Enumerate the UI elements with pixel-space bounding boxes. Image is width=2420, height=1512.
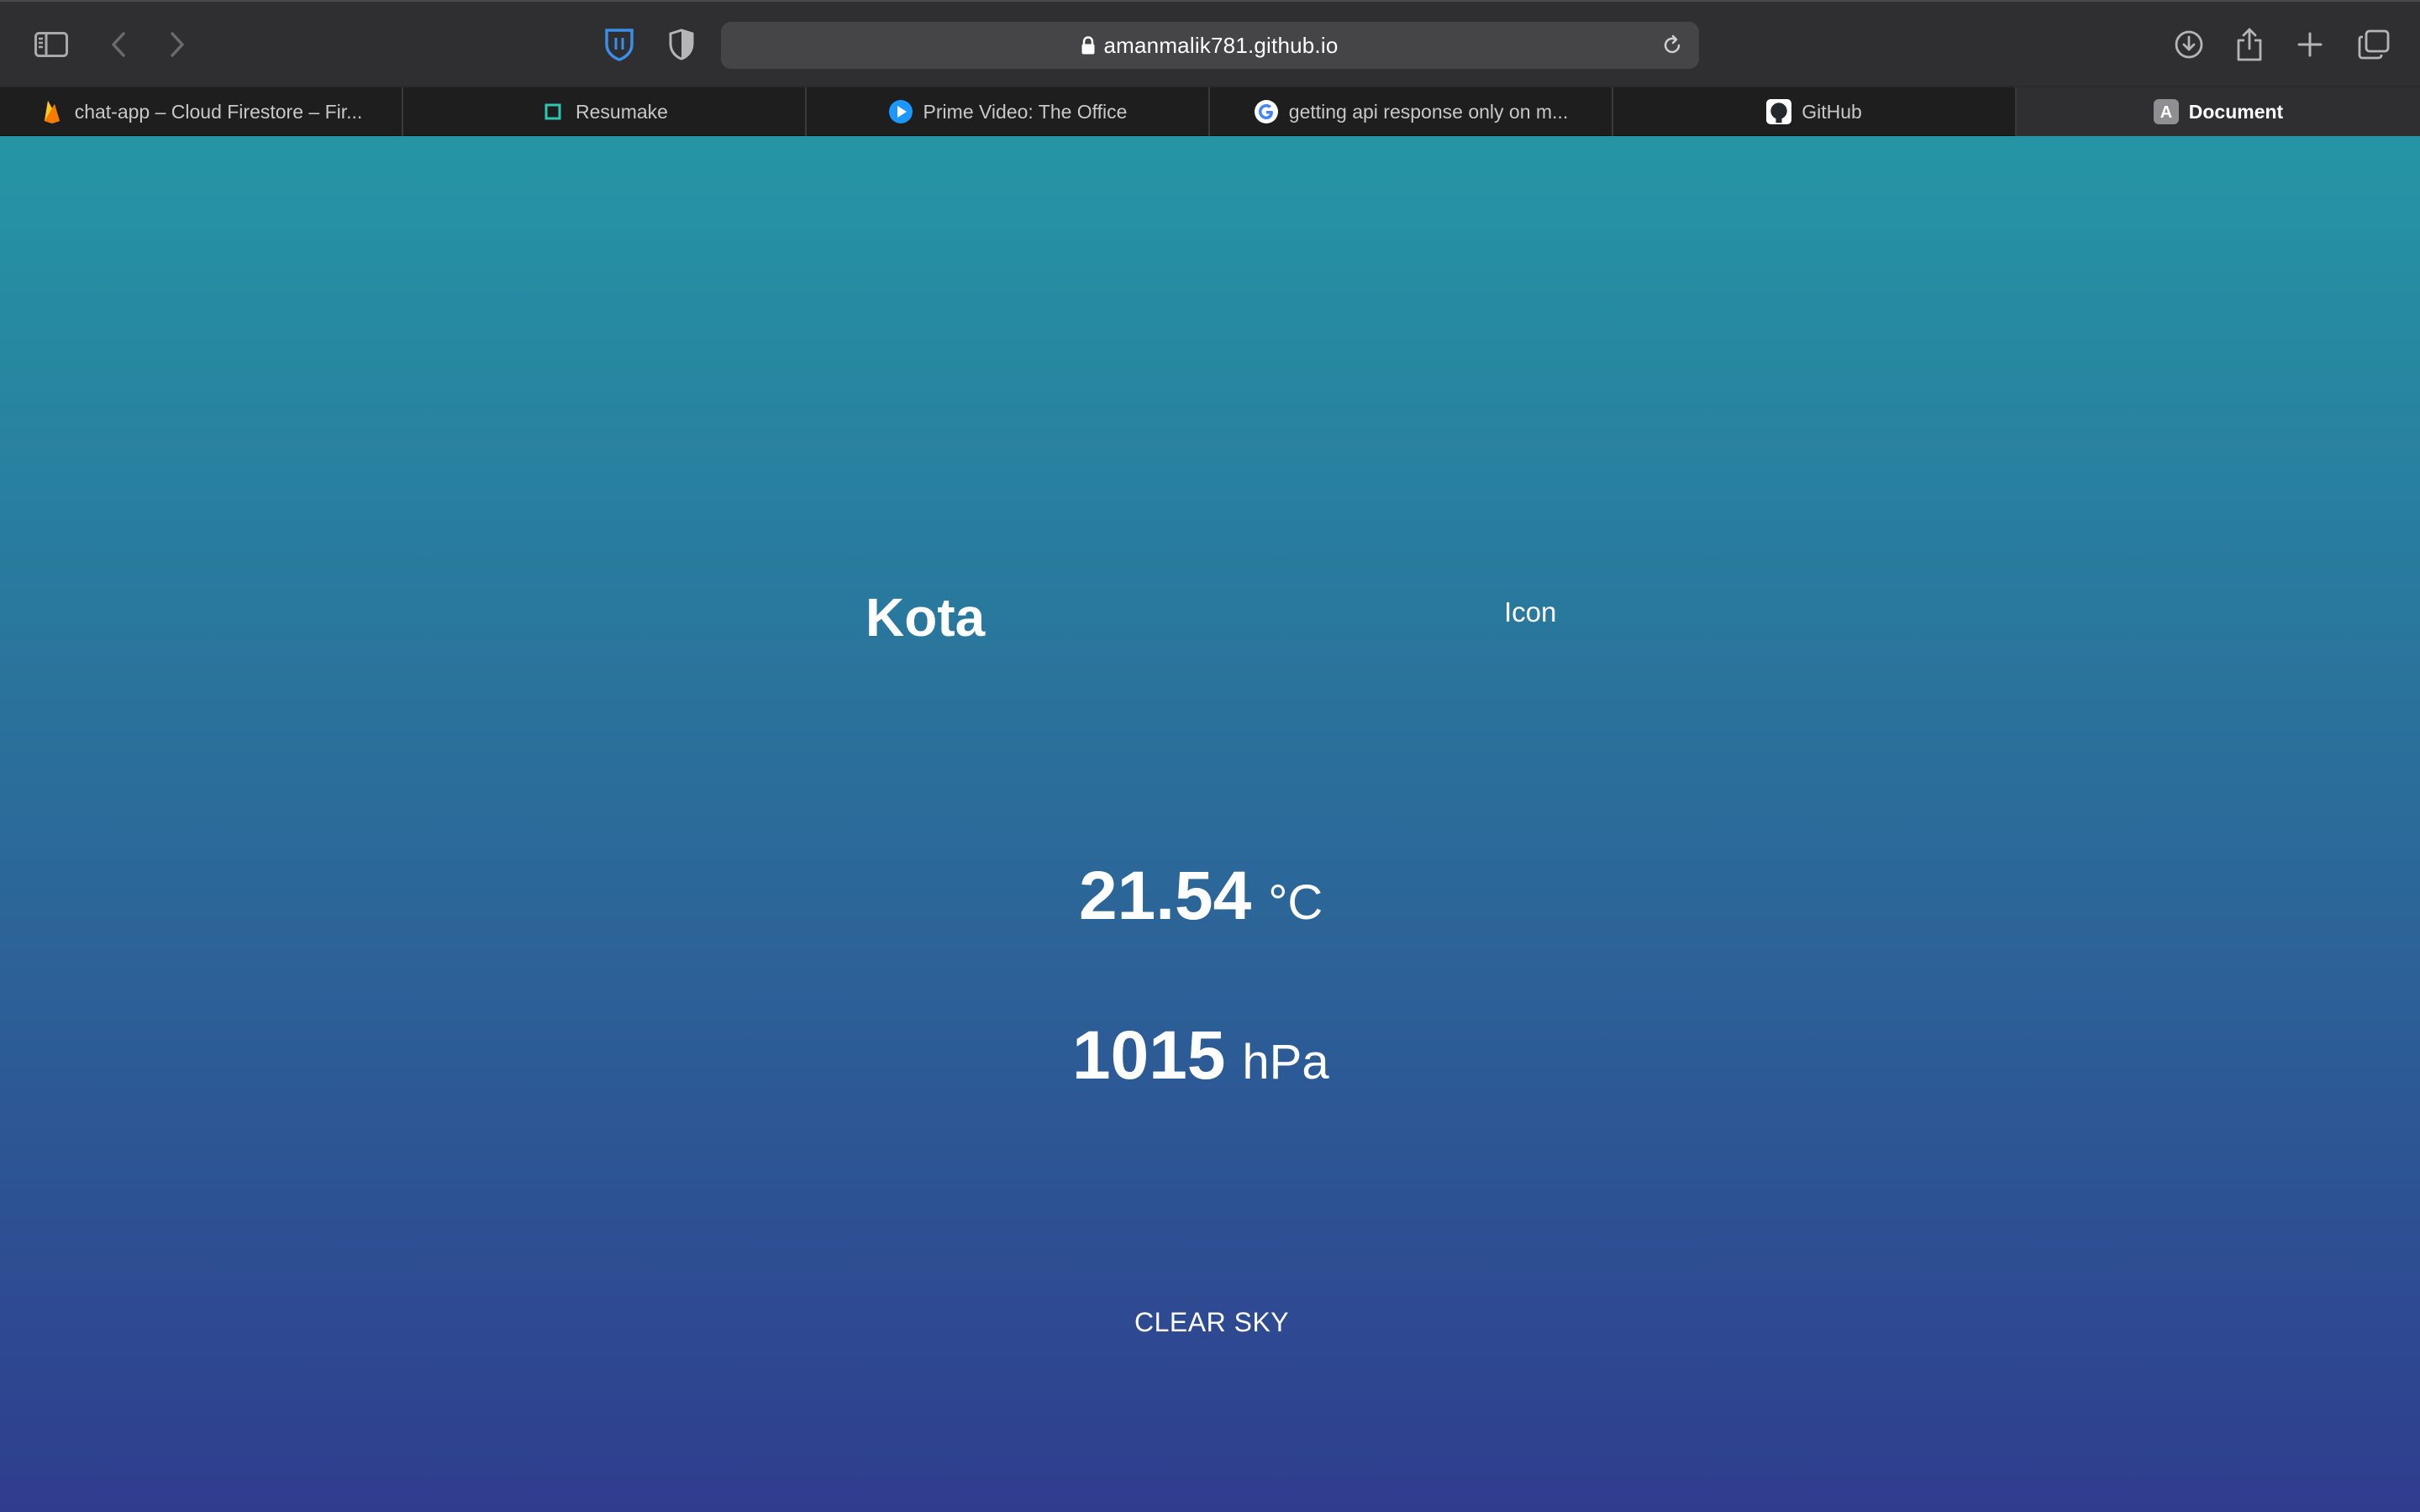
tab-document-active[interactable]: A Document (2017, 87, 2420, 136)
reload-icon[interactable] (1659, 32, 1686, 59)
weather-description: CLEAR SKY (1134, 1307, 1290, 1337)
tab-avatar-letter: A (2160, 103, 2172, 122)
github-icon (1766, 99, 1792, 124)
tab-label: getting api response only on m... (1288, 100, 1569, 123)
share-icon[interactable] (2228, 22, 2270, 67)
tab-firestore[interactable]: chat-app – Cloud Firestore – Fir... (0, 87, 403, 136)
tab-label: GitHub (1802, 100, 1862, 123)
temperature: 21.54 °C (1079, 857, 1323, 936)
pressure-value: 1015 (1072, 1017, 1226, 1094)
tab-label: Document (2188, 100, 2284, 123)
firebase-icon (39, 99, 65, 124)
temperature-value: 21.54 (1079, 858, 1252, 934)
tab-overview-icon[interactable] (2351, 24, 2396, 66)
temperature-unit: °C (1268, 875, 1323, 930)
tab-prime-video[interactable]: Prime Video: The Office (807, 87, 1210, 136)
new-tab-plus-icon[interactable] (2289, 24, 2331, 66)
city-name: Kota (865, 587, 986, 648)
bitwarden-shield-icon[interactable] (598, 24, 640, 66)
tab-resumake[interactable]: Resumake (403, 87, 807, 136)
tab-bar: chat-app – Cloud Firestore – Fir... Resu… (0, 87, 2420, 136)
tab-github[interactable]: GitHub (1613, 87, 2017, 136)
forward-arrow-icon[interactable] (158, 24, 197, 66)
weather-page: Kota Icon 21.54 °C 1015 hPa CLEAR SKY (0, 136, 2420, 1512)
pressure: 1015 hPa (1072, 1016, 1329, 1095)
google-icon (1254, 99, 1279, 124)
privacy-shield-icon[interactable] (660, 24, 702, 66)
url-text: amanmalik781.github.io (1103, 32, 1339, 58)
lock-icon (1081, 36, 1095, 55)
sidebar-toggle-icon[interactable] (30, 24, 72, 66)
address-bar[interactable]: amanmalik781.github.io (721, 22, 1699, 69)
back-arrow-icon[interactable] (99, 24, 138, 66)
pressure-unit: hPa (1242, 1035, 1329, 1089)
tab-label: Prime Video: The Office (923, 100, 1128, 123)
tab-label: chat-app – Cloud Firestore – Fir... (74, 100, 363, 123)
weather-icon-placeholder: Icon (1504, 596, 1557, 627)
resumake-icon (540, 99, 566, 124)
browser-toolbar: amanmalik781.github.io (0, 0, 2420, 86)
tab-google-search[interactable]: getting api response only on m... (1210, 87, 1613, 136)
tab-label: Resumake (576, 100, 668, 123)
prime-video-icon (888, 99, 913, 124)
letter-a-icon: A (2153, 99, 2179, 124)
download-icon[interactable] (2168, 24, 2210, 66)
